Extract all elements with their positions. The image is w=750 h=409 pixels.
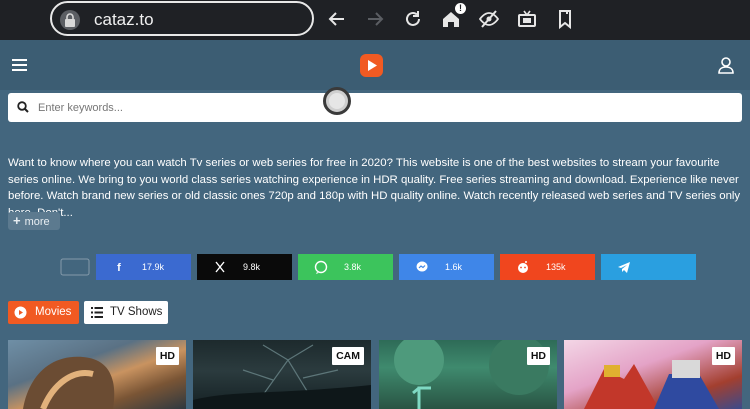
movie-card[interactable]: HD xyxy=(564,340,742,409)
messenger-icon xyxy=(416,261,428,272)
movies-button[interactable]: Movies xyxy=(8,301,79,324)
browser-toolbar: cataz.to ! xyxy=(0,0,750,40)
reload-icon[interactable] xyxy=(402,8,424,30)
share-count: 9.8k xyxy=(243,262,261,272)
x-share-button[interactable]: 9.8k xyxy=(197,254,292,280)
web-page: Want to know where you can watch Tv seri… xyxy=(0,40,750,409)
back-icon[interactable] xyxy=(326,8,348,30)
lock-icon[interactable] xyxy=(60,10,80,30)
movie-card[interactable]: HD xyxy=(379,340,557,409)
share-count: 1.6k xyxy=(445,262,463,272)
forward-icon[interactable] xyxy=(364,8,386,30)
reddit-share-button[interactable]: 135k xyxy=(500,254,595,280)
telegram-icon xyxy=(618,262,630,273)
share-count: 135k xyxy=(546,262,566,272)
quality-badge: HD xyxy=(711,347,735,365)
quality-badge: HD xyxy=(526,347,550,365)
whatsapp-icon xyxy=(314,260,328,274)
search-icon xyxy=(17,101,29,113)
reddit-icon xyxy=(518,261,528,273)
telegram-share-button[interactable] xyxy=(601,254,696,280)
play-circle-icon xyxy=(14,306,27,319)
quality-badge: CAM xyxy=(332,347,364,365)
share-count: 3.8k xyxy=(344,262,362,272)
quality-badge: HD xyxy=(155,347,179,365)
svg-text:f: f xyxy=(117,262,121,274)
list-icon xyxy=(91,307,103,318)
url-text[interactable]: cataz.to xyxy=(94,10,154,30)
facebook-icon: f xyxy=(117,262,121,274)
share-count: 17.9k xyxy=(142,262,165,272)
search-bar[interactable] xyxy=(8,93,742,122)
more-button[interactable]: + more xyxy=(8,212,60,230)
facebook-share-button[interactable]: f 17.9k xyxy=(96,254,191,280)
home-alert-badge: ! xyxy=(455,3,466,14)
movie-card[interactable]: CAM xyxy=(193,340,371,409)
share-count-icon xyxy=(60,258,90,276)
whatsapp-share-button[interactable]: 3.8k xyxy=(298,254,393,280)
tv-icon[interactable] xyxy=(516,8,538,30)
search-input[interactable] xyxy=(38,93,728,122)
bookmark-icon[interactable] xyxy=(554,8,576,30)
movie-card[interactable]: HD xyxy=(8,340,186,409)
play-logo-icon[interactable] xyxy=(360,54,383,77)
site-header xyxy=(0,40,750,90)
hamburger-icon[interactable] xyxy=(12,59,27,72)
messenger-share-button[interactable]: 1.6k xyxy=(399,254,494,280)
x-icon xyxy=(215,261,225,273)
tv-shows-button[interactable]: TV Shows xyxy=(84,301,168,324)
hide-icon[interactable] xyxy=(478,8,500,30)
pointer-cursor-icon xyxy=(323,87,351,115)
user-icon[interactable] xyxy=(718,57,734,74)
address-bar[interactable]: cataz.to xyxy=(50,1,314,36)
site-description: Want to know where you can watch Tv seri… xyxy=(8,157,741,219)
